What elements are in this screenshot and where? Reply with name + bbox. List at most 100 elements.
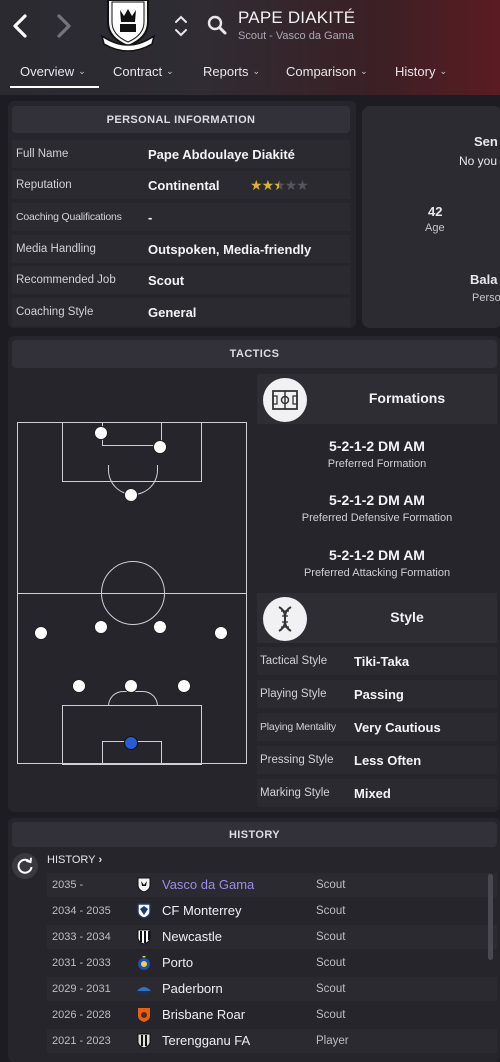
- info-label: Coaching Qualifications: [16, 211, 122, 223]
- style-value: Less Often: [354, 753, 422, 768]
- info-row-coaching-style: Coaching Style General: [12, 298, 350, 326]
- info-value: Continental: [148, 178, 220, 193]
- history-refresh-button[interactable]: [12, 853, 38, 879]
- search-icon[interactable]: [206, 14, 228, 36]
- goalkeeper-dot[interactable]: [124, 736, 138, 750]
- penalty-arc-bottom: [108, 691, 158, 706]
- info-value: Pape Abdoulaye Diakité: [148, 147, 295, 162]
- formation-pitch: [17, 422, 247, 765]
- player-dot[interactable]: [72, 679, 86, 693]
- history-scrollbar[interactable]: [488, 874, 493, 960]
- pitch-glyph-icon: [272, 390, 298, 410]
- player-name: PAPE DIAKITÉ: [238, 8, 356, 27]
- forward-arrow-icon[interactable]: [52, 12, 76, 40]
- tab-label: Contract: [113, 64, 163, 79]
- preferred-formation-label: Preferred Formation: [327, 458, 427, 470]
- history-row[interactable]: 2035 - Vasco da Gama Scout: [47, 873, 497, 897]
- history-club[interactable]: Paderborn: [162, 981, 223, 996]
- history-role: Scout: [316, 931, 346, 943]
- refresh-icon: [17, 857, 33, 874]
- player-subtitle[interactable]: Scout - Vasco da Gama: [238, 30, 354, 42]
- tab-reports[interactable]: Reports ⌄: [203, 64, 260, 79]
- dna-glyph-icon: [278, 606, 292, 632]
- player-dot[interactable]: [34, 626, 48, 640]
- age-label: Age: [425, 222, 445, 234]
- history-years: 2031 - 2033: [52, 957, 111, 969]
- info-row-coaching-qualifications: Coaching Qualifications -: [12, 203, 350, 231]
- tab-overview[interactable]: Overview ⌄: [20, 64, 86, 79]
- tab-bar: Overview ⌄ Contract ⌄ Reports ⌄ Comparison ⌄…: [0, 58, 500, 92]
- player-dot[interactable]: [94, 620, 108, 634]
- history-heading: HISTORY: [12, 822, 497, 847]
- player-dot[interactable]: [214, 626, 228, 640]
- tab-contract[interactable]: Contract ⌄: [113, 64, 174, 79]
- player-dot[interactable]: [177, 679, 191, 693]
- history-role: Scout: [316, 1009, 346, 1021]
- style-value: Passing: [354, 687, 404, 702]
- history-club[interactable]: Newcastle: [162, 929, 222, 944]
- defensive-formation-label: Preferred Defensive Formation: [301, 512, 453, 524]
- history-years: 2026 - 2028: [52, 1009, 111, 1021]
- info-row-media-handling: Media Handling Outspoken, Media-friendly: [12, 235, 350, 263]
- history-link-label: HISTORY: [47, 854, 96, 866]
- dna-icon: [263, 597, 307, 641]
- info-label: Recommended Job: [16, 274, 116, 286]
- history-club[interactable]: CF Monterrey: [162, 903, 241, 918]
- style-header: Style: [257, 593, 497, 643]
- history-row[interactable]: 2021 - 2023 Terengganu FA Player: [47, 1029, 497, 1053]
- style-label: Marking Style: [260, 787, 330, 799]
- preferred-formation-value: 5-2-1-2 DM AM: [329, 438, 425, 454]
- porto-badge-icon: [138, 956, 150, 970]
- tab-label: Overview: [20, 64, 75, 79]
- brisbane-roar-badge-icon: [138, 1008, 150, 1022]
- player-dot[interactable]: [94, 426, 108, 440]
- history-row[interactable]: 2029 - 2031 Paderborn Scout: [47, 977, 497, 1001]
- style-value: Mixed: [354, 786, 391, 801]
- player-dot[interactable]: [124, 488, 138, 502]
- star-icon: ★: [250, 177, 263, 193]
- formations-title: Formations: [368, 390, 446, 406]
- star-icon: ★: [284, 177, 298, 193]
- style-row-mentality: Playing Mentality Very Cautious: [257, 713, 497, 741]
- header-bar: PAPE DIAKITÉ Scout - Vasco da Gama Overv…: [0, 0, 500, 95]
- style-label: Tactical Style: [260, 655, 328, 667]
- pitch-icon: [263, 378, 307, 422]
- back-arrow-icon[interactable]: [8, 12, 32, 40]
- tab-label: Comparison: [286, 64, 357, 79]
- info-label: Coaching Style: [16, 306, 94, 318]
- chevron-down-icon: ⌄: [439, 66, 447, 76]
- info-label: Reputation: [16, 179, 72, 191]
- history-club[interactable]: Brisbane Roar: [162, 1007, 245, 1022]
- player-dot[interactable]: [124, 679, 138, 693]
- side-card-stat-label: Perso: [472, 292, 500, 304]
- up-down-arrows-icon[interactable]: [172, 12, 190, 40]
- style-title: Style: [390, 609, 424, 625]
- tab-comparison[interactable]: Comparison ⌄: [286, 64, 368, 79]
- history-club[interactable]: Terengganu FA: [162, 1033, 250, 1048]
- style-label: Playing Mentality: [260, 721, 336, 733]
- club-crest-icon[interactable]: [100, 0, 156, 52]
- tab-history[interactable]: History ⌄: [395, 64, 447, 79]
- star-icon: ★: [261, 177, 275, 193]
- history-row[interactable]: 2034 - 2035 CF Monterrey Scout: [47, 899, 497, 923]
- player-dot[interactable]: [153, 620, 167, 634]
- newcastle-badge-icon: [137, 929, 151, 945]
- info-row-full-name: Full Name Pape Abdoulaye Diakité: [12, 140, 350, 168]
- history-row[interactable]: 2033 - 2034 Newcastle Scout: [47, 925, 497, 949]
- style-label: Playing Style: [260, 688, 327, 700]
- history-link[interactable]: HISTORY ›: [47, 854, 102, 866]
- history-role: Scout: [316, 983, 346, 995]
- info-value: Outspoken, Media-friendly: [148, 242, 312, 257]
- player-dot[interactable]: [153, 440, 167, 454]
- info-value: Scout: [148, 273, 185, 288]
- history-years: 2029 - 2031: [52, 983, 111, 995]
- history-row[interactable]: 2026 - 2028 Brisbane Roar Scout: [47, 1003, 497, 1027]
- history-role: Scout: [316, 905, 346, 917]
- chevron-right-icon: ›: [95, 854, 103, 866]
- history-row[interactable]: 2031 - 2033 Porto Scout: [47, 951, 497, 975]
- style-row-playing: Playing Style Passing: [257, 680, 497, 708]
- tactics-heading: TACTICS: [12, 340, 497, 368]
- style-label: Pressing Style: [260, 754, 334, 766]
- history-club-link[interactable]: Vasco da Gama: [162, 877, 254, 892]
- history-club[interactable]: Porto: [162, 955, 193, 970]
